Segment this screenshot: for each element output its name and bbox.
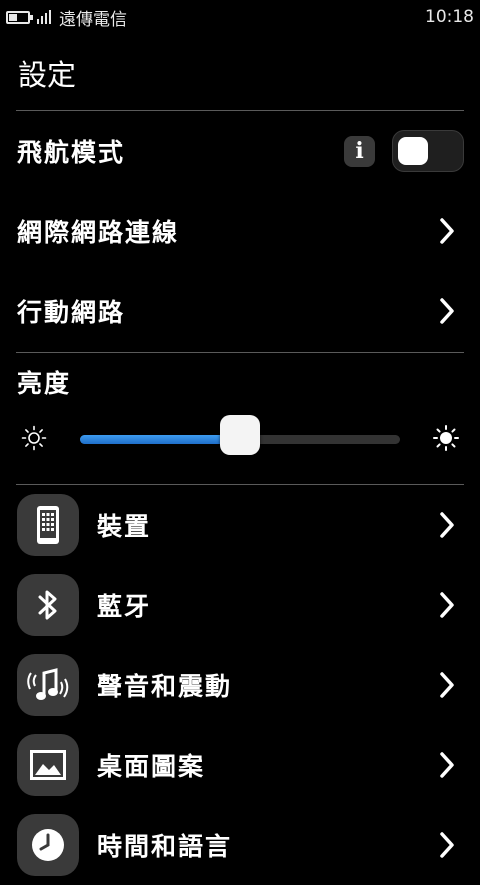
status-bar: 遠傳電信 10:18: [0, 0, 480, 34]
settings-item-label: 藍牙: [97, 592, 152, 621]
signal-bar: [49, 10, 51, 24]
status-left: 遠傳電信: [6, 5, 127, 30]
chevron-right-icon: [440, 512, 454, 538]
signal-bar: [41, 16, 43, 24]
airplane-mode-toggle[interactable]: [392, 130, 464, 172]
chevron-right-icon: [440, 592, 454, 618]
internet-connection-label: 網際網路連線: [17, 218, 180, 247]
slider-fill: [80, 435, 240, 444]
chevron-right-icon: [440, 298, 454, 324]
chevron-right-icon: [440, 218, 454, 244]
brightness-label: 亮度: [17, 369, 72, 398]
page-title: 設定: [18, 58, 77, 92]
mobile-network-label: 行動網路: [17, 298, 126, 327]
settings-item-device[interactable]: 裝置: [0, 485, 480, 565]
settings-item-bluetooth[interactable]: 藍牙: [0, 565, 480, 645]
device-icon: [17, 494, 79, 556]
signal-bar: [37, 19, 39, 24]
settings-item-label: 聲音和震動: [97, 672, 233, 701]
battery-level: [9, 13, 17, 21]
brightness-low-icon: [21, 425, 47, 451]
signal-strength-icon: [37, 10, 53, 24]
info-icon[interactable]: i: [344, 135, 375, 167]
brightness-high-icon: [433, 425, 459, 451]
brightness-slider[interactable]: [80, 415, 400, 455]
settings-item-sound[interactable]: 聲音和震動: [0, 645, 480, 725]
carrier-name: 遠傳電信: [59, 9, 127, 30]
music-note-icon: [17, 654, 79, 716]
picture-icon: [17, 734, 79, 796]
clock-time: 10:18: [425, 7, 474, 27]
toggle-knob: [398, 137, 428, 165]
internet-connection-row[interactable]: 網際網路連線: [0, 191, 480, 271]
clock-icon: [17, 814, 79, 876]
bluetooth-icon: [17, 574, 79, 636]
settings-item-label: 桌面圖案: [97, 752, 206, 781]
settings-item-label: 裝置: [97, 512, 152, 541]
airplane-mode-label: 飛航模式: [17, 138, 126, 167]
settings-item-label: 時間和語言: [97, 832, 233, 861]
battery-icon: [6, 10, 33, 24]
signal-bar: [45, 13, 47, 24]
chevron-right-icon: [440, 672, 454, 698]
settings-item-wallpaper[interactable]: 桌面圖案: [0, 725, 480, 805]
mobile-network-row[interactable]: 行動網路: [0, 271, 480, 351]
slider-handle[interactable]: [220, 415, 260, 455]
airplane-mode-row: 飛航模式 i: [0, 111, 480, 191]
chevron-right-icon: [440, 752, 454, 778]
settings-item-time-language[interactable]: 時間和語言: [0, 805, 480, 885]
chevron-right-icon: [440, 832, 454, 858]
divider: [16, 352, 464, 353]
